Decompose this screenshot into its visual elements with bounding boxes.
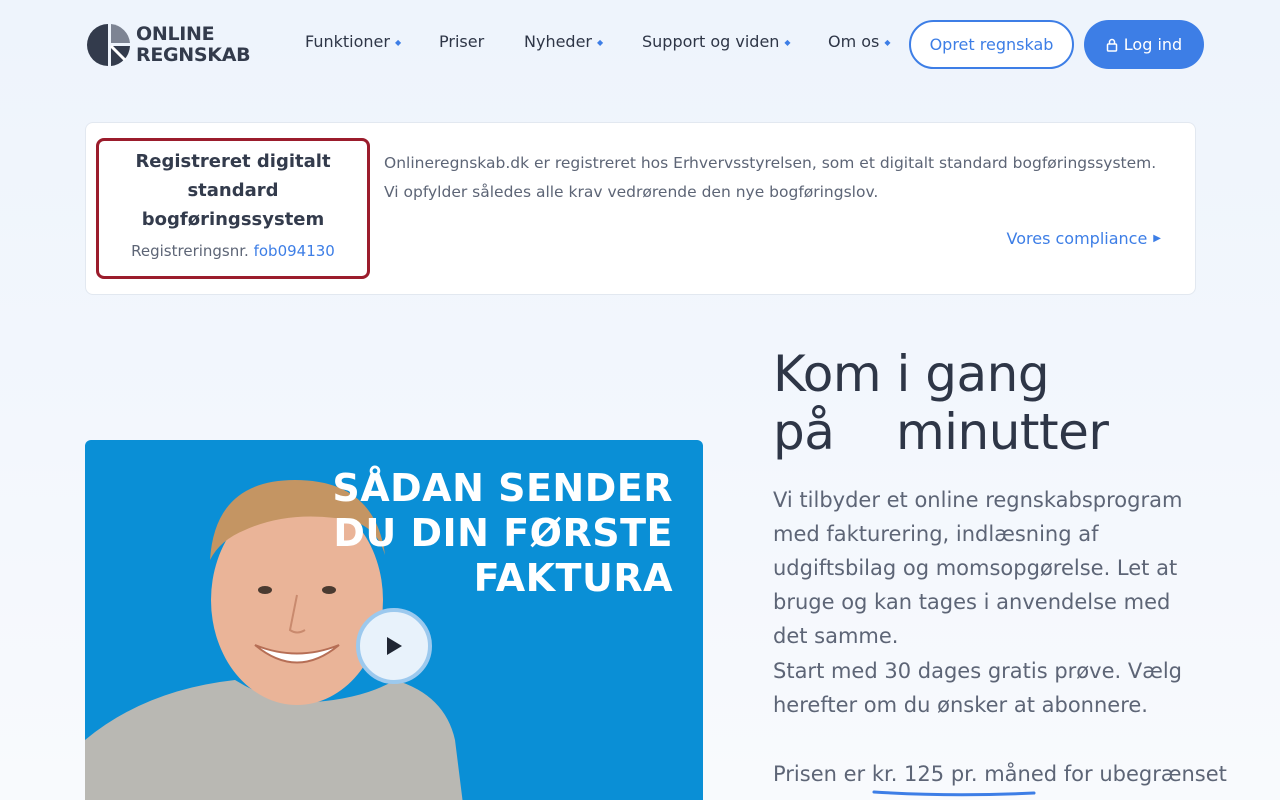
underline-decoration: [872, 790, 1036, 797]
registration-number-link[interactable]: fob094130: [254, 242, 335, 260]
hero-description: Vi tilbyder et online regnskabsprogram m…: [773, 488, 1183, 648]
compliance-line-2: Vi opfylder således alle krav vedrørende…: [384, 183, 879, 201]
nav-item-om-os[interactable]: Om os ◆: [828, 32, 891, 51]
nav-label: Support og viden: [642, 32, 780, 51]
hero-title: Kom i gang på minutter: [773, 345, 1109, 461]
price-highlight: kr. 125 pr. måned: [871, 757, 1058, 797]
caret-down-icon: ◆: [784, 37, 791, 47]
nav-item-support[interactable]: Support og viden ◆: [642, 32, 791, 51]
play-icon: [387, 637, 402, 655]
play-button[interactable]: [356, 608, 432, 684]
site-header: ONLINE REGNSKAB Funktioner ◆ Priser Nyhe…: [0, 0, 1280, 90]
registration-label: Registreringsnr.: [131, 242, 249, 260]
logo-mark-icon: [87, 24, 130, 66]
logo-wordmark: ONLINE REGNSKAB: [136, 23, 251, 66]
nav-label: Om os: [828, 32, 880, 51]
compliance-link-label: Vores compliance: [1006, 229, 1148, 248]
triangle-right-icon: ▶: [1153, 233, 1161, 244]
registration-title: Registreret digitalt standard bogførings…: [135, 151, 331, 230]
video-title-line-1: SÅDAN SENDER: [332, 466, 673, 510]
nav-item-nyheder[interactable]: Nyheder ◆: [524, 32, 603, 51]
compliance-link[interactable]: Vores compliance ▶: [1007, 229, 1162, 248]
compliance-card: Registreret digitalt standard bogførings…: [85, 122, 1196, 295]
site-logo[interactable]: ONLINE REGNSKAB: [85, 21, 251, 69]
logo-line-2: REGNSKAB: [136, 44, 251, 66]
caret-down-icon: ◆: [394, 37, 402, 47]
registration-number-row: Registreringsnr. fob094130: [99, 242, 367, 260]
price-value: kr. 125 pr. måned: [871, 762, 1058, 786]
create-account-button[interactable]: Opret regnskab: [909, 20, 1074, 69]
hero-title-line-2: på minutter: [773, 403, 1109, 461]
login-label: Log ind: [1123, 35, 1183, 54]
compliance-text: Onlineregnskab.dk er registreret hos Erh…: [384, 149, 1174, 207]
compliance-line-1: Onlineregnskab.dk er registreret hos Erh…: [384, 154, 1157, 172]
nav-item-funktioner[interactable]: Funktioner ◆: [305, 32, 401, 51]
lock-icon: [1106, 38, 1118, 52]
video-thumbnail[interactable]: SÅDAN SENDER DU DIN FØRSTE FAKTURA: [85, 440, 703, 800]
registration-badge: Registreret digitalt standard bogførings…: [96, 138, 370, 279]
video-title-line-3: FAKTURA: [473, 556, 673, 600]
nav-label: Nyheder: [524, 32, 592, 51]
hero-trial-text: Start med 30 dages gratis prøve. Vælg he…: [773, 659, 1182, 717]
nav-item-priser[interactable]: Priser: [439, 32, 484, 51]
nav-label: Funktioner: [305, 32, 390, 51]
price-prefix: Prisen er: [773, 762, 872, 786]
hero-price-text: Prisen er kr. 125 pr. måned for ubegræns…: [773, 757, 1227, 797]
nav-label: Priser: [439, 32, 485, 51]
caret-down-icon: ◆: [884, 37, 891, 47]
video-title: SÅDAN SENDER DU DIN FØRSTE FAKTURA: [332, 466, 673, 601]
logo-line-1: ONLINE: [136, 23, 215, 45]
caret-down-icon: ◆: [597, 37, 604, 47]
price-suffix: for ubegrænset: [1057, 762, 1227, 786]
video-title-line-2: DU DIN FØRSTE: [333, 511, 673, 555]
login-button[interactable]: Log ind: [1084, 20, 1204, 69]
hero-title-line-1: Kom i gang: [773, 345, 1050, 403]
